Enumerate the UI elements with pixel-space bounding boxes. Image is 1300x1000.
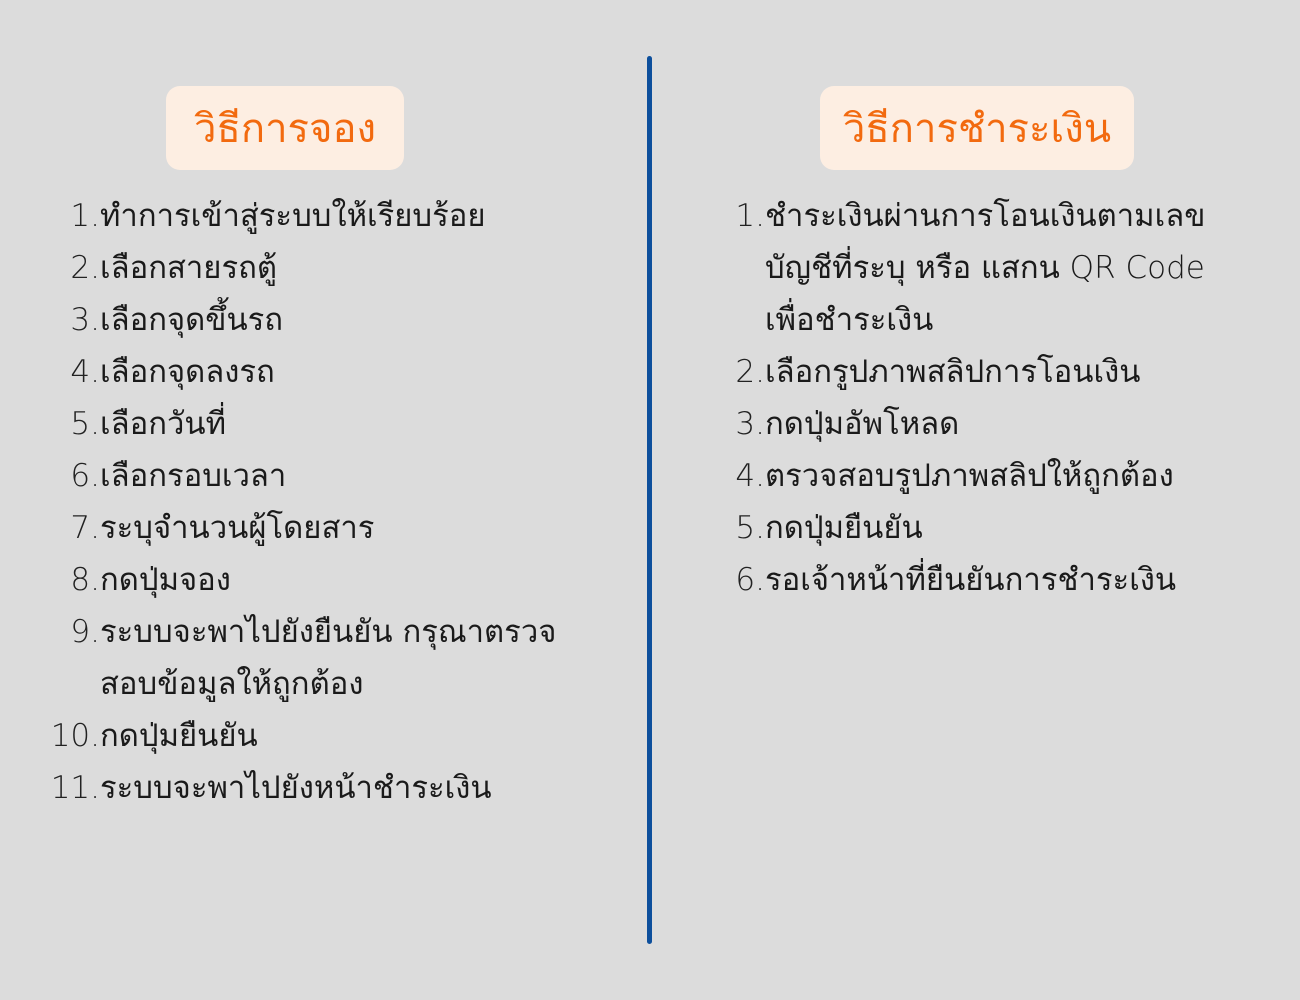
booking-step: 1. ทำการเข้าสู่ระบบให้เรียบร้อย xyxy=(0,190,645,242)
step-text-qr: QR Code xyxy=(1059,250,1205,286)
step-text: ทำการเข้าสู่ระบบให้เรียบร้อย xyxy=(100,198,486,234)
step-number: 1. xyxy=(70,198,100,234)
step-number: 4. xyxy=(70,354,100,390)
step-text: เลือกวันที่ xyxy=(100,406,227,442)
payment-step: 2. เลือกรูปภาพสลิปการโอนเงิน xyxy=(655,346,1300,398)
step-number: 3. xyxy=(735,406,765,442)
step-text: เลือกจุดขึ้นรถ xyxy=(100,302,284,338)
step-number: 8. xyxy=(70,562,100,598)
payment-title-text: วิธีการชำระเงิน xyxy=(842,106,1112,152)
booking-steps-list: 1. ทำการเข้าสู่ระบบให้เรียบร้อย 2. เลือกสา… xyxy=(0,190,645,814)
step-text: ชำระเงินผ่านการโอนเงินตามเลขบัญชีที่ระบุ… xyxy=(765,190,1300,346)
booking-title: วิธีการจอง xyxy=(166,86,404,170)
step-number: 10. xyxy=(50,718,100,754)
step-text: ระบบจะพาไปยังยืนยัน กรุณาตรวจสอบข้อมูลให… xyxy=(100,614,557,702)
step-text: ระบุจำนวนผู้โดยสาร xyxy=(100,510,375,546)
payment-step: 6. รอเจ้าหน้าที่ยืนยันการชำระเงิน xyxy=(655,554,1300,606)
step-text: เลือกจุดลงรถ xyxy=(100,354,275,390)
payment-step: 1. ชำระเงินผ่านการโอนเงินตามเลขบัญชีที่ระ… xyxy=(655,190,1300,346)
step-number: 6. xyxy=(735,562,765,598)
booking-step: 2. เลือกสายรถตู้ xyxy=(0,242,645,294)
payment-title: วิธีการชำระเงิน xyxy=(820,86,1134,170)
step-number: 7. xyxy=(70,510,100,546)
step-number: 2. xyxy=(70,250,100,286)
payment-step: 3. กดปุ่มอัพโหลด xyxy=(655,398,1300,450)
booking-step: 5. เลือกวันที่ xyxy=(0,398,645,450)
step-text: กดปุ่มอัพโหลด xyxy=(765,406,960,442)
step-text: เลือกรูปภาพสลิปการโอนเงิน xyxy=(765,354,1141,390)
step-number: 3. xyxy=(70,302,100,338)
booking-step: 3. เลือกจุดขึ้นรถ xyxy=(0,294,645,346)
step-text: ระบบจะพาไปยังหน้าชำระเงิน xyxy=(100,770,492,806)
booking-step: 6. เลือกรอบเวลา xyxy=(0,450,645,502)
booking-title-text: วิธีการจอง xyxy=(193,106,377,152)
step-number: 1. xyxy=(735,198,765,234)
step-text: เลือกสายรถตู้ xyxy=(100,250,278,286)
booking-step: 10. กดปุ่มยืนยัน xyxy=(0,710,645,762)
booking-step: 11. ระบบจะพาไปยังหน้าชำระเงิน xyxy=(0,762,645,814)
step-text: กดปุ่มยืนยัน xyxy=(765,510,923,546)
step-text: ตรวจสอบรูปภาพสลิปให้ถูกต้อง xyxy=(765,458,1174,494)
step-number: 5. xyxy=(70,406,100,442)
step-text: กดปุ่มจอง xyxy=(100,562,231,598)
payment-steps-list: 1. ชำระเงินผ่านการโอนเงินตามเลขบัญชีที่ระ… xyxy=(655,190,1300,606)
step-number: 6. xyxy=(70,458,100,494)
step-text: รอเจ้าหน้าที่ยืนยันการชำระเงิน xyxy=(765,562,1177,598)
step-number: 2. xyxy=(735,354,765,390)
step-number: 5. xyxy=(735,510,765,546)
step-number: 9. xyxy=(70,614,100,650)
step-text-after: เพื่อชำระเงิน xyxy=(765,302,934,338)
step-text: กดปุ่มยืนยัน xyxy=(100,718,258,754)
step-number: 4. xyxy=(735,458,765,494)
booking-step: 7. ระบุจำนวนผู้โดยสาร xyxy=(0,502,645,554)
step-number: 11. xyxy=(50,770,100,806)
booking-step: 8. กดปุ่มจอง xyxy=(0,554,645,606)
payment-step: 4. ตรวจสอบรูปภาพสลิปให้ถูกต้อง xyxy=(655,450,1300,502)
vertical-divider xyxy=(647,56,652,944)
booking-step: 9. ระบบจะพาไปยังยืนยัน กรุณาตรวจสอบข้อมูล… xyxy=(0,606,645,710)
booking-step: 4. เลือกจุดลงรถ xyxy=(0,346,645,398)
payment-step: 5. กดปุ่มยืนยัน xyxy=(655,502,1300,554)
step-text: เลือกรอบเวลา xyxy=(100,458,287,494)
